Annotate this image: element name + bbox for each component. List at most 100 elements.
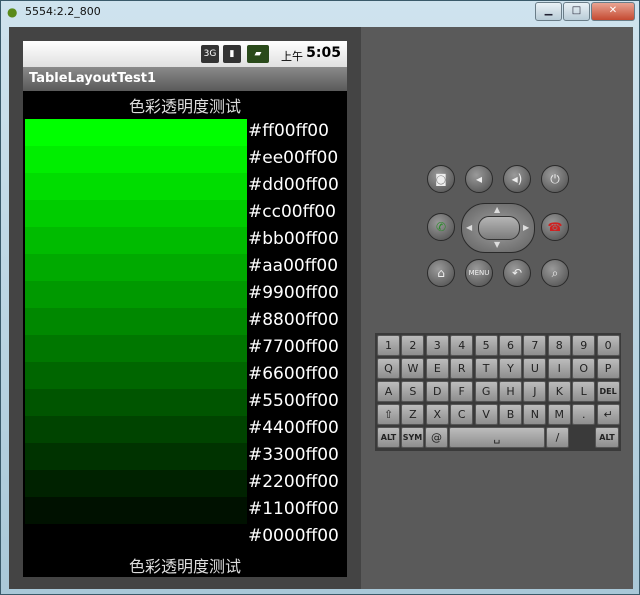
color-swatch [25, 416, 247, 443]
key-3[interactable]: 3 [425, 335, 449, 356]
key-s[interactable]: S [401, 381, 425, 402]
key-q[interactable]: Q [377, 358, 400, 379]
color-code-label: #ff00ff00 [248, 121, 329, 141]
close-button[interactable]: ✕ [591, 2, 635, 21]
key-alt2[interactable]: ALT [595, 427, 619, 448]
key-o[interactable]: O [572, 358, 596, 379]
emulator-client: 3G ▮ ▰ 上午 5:05 TableLayoutTest1 色彩透明度测试 … [9, 27, 633, 589]
status-bar: 3G ▮ ▰ 上午 5:05 [23, 41, 347, 67]
key-i[interactable]: I [547, 358, 571, 379]
dpad-left-icon[interactable]: ◀ [466, 223, 472, 232]
key-r[interactable]: R [450, 358, 474, 379]
volume-up-icon: ◂) [511, 172, 523, 186]
phone-frame: 3G ▮ ▰ 上午 5:05 TableLayoutTest1 色彩透明度测试 … [9, 27, 361, 589]
key-e[interactable]: E [425, 358, 449, 379]
key-at[interactable]: @ [425, 427, 448, 448]
dpad-right-icon[interactable]: ▶ [523, 223, 529, 232]
volume-up-button[interactable]: ◂) [503, 165, 531, 193]
key-h[interactable]: H [499, 381, 522, 402]
minimize-button[interactable]: ▁ [535, 2, 562, 21]
key-[interactable]: . [572, 404, 596, 425]
menu-button[interactable]: MENU [465, 259, 493, 287]
device-screen[interactable]: 3G ▮ ▰ 上午 5:05 TableLayoutTest1 色彩透明度测试 … [23, 41, 347, 577]
key-j[interactable]: J [523, 381, 547, 402]
key-g[interactable]: G [474, 381, 498, 402]
key-[interactable]: ⇧ [377, 404, 400, 425]
key-x[interactable]: X [425, 404, 449, 425]
network-3g-icon: 3G [201, 45, 219, 63]
dpad[interactable]: ▲ ▼ ◀ ▶ [461, 203, 535, 253]
key-y[interactable]: Y [499, 358, 522, 379]
power-icon: ⏻ [550, 172, 560, 186]
key-7[interactable]: 7 [523, 335, 547, 356]
table-row: #cc00ff00 [23, 200, 347, 227]
key-n[interactable]: N [523, 404, 547, 425]
key-v[interactable]: V [474, 404, 498, 425]
title-bar: ● 5554:2.2_800 ▁ □ ✕ [1, 1, 639, 23]
key-9[interactable]: 9 [572, 335, 596, 356]
back-button[interactable]: ↶ [503, 259, 531, 287]
battery-icon: ▰ [247, 45, 269, 63]
key-5[interactable]: 5 [474, 335, 498, 356]
color-code-label: #6600ff00 [248, 364, 339, 384]
key-0[interactable]: 0 [596, 335, 620, 356]
color-code-label: #2200ff00 [248, 472, 339, 492]
key-space[interactable]: ␣ [449, 427, 545, 448]
key-a[interactable]: A [377, 381, 400, 402]
color-swatch [25, 308, 247, 335]
end-call-button[interactable]: ☎ [541, 213, 569, 241]
hardware-keyboard: 1 2 3 4 5 6 7 8 9 0 Q W E R T Y U I O P A S D F G H J K L DEL ⇧ Z X C V B N M… [375, 333, 621, 451]
table-row: #5500ff00 [23, 389, 347, 416]
key-1[interactable]: 1 [377, 335, 400, 356]
color-swatch [25, 524, 247, 551]
key-alt[interactable]: ALT [377, 427, 400, 448]
key-8[interactable]: 8 [547, 335, 571, 356]
maximize-button[interactable]: □ [563, 2, 590, 21]
table-row: #8800ff00 [23, 308, 347, 335]
key-4[interactable]: 4 [450, 335, 474, 356]
key-w[interactable]: W [401, 358, 425, 379]
key-del[interactable]: DEL [596, 381, 620, 402]
key-c[interactable]: C [450, 404, 474, 425]
key-t[interactable]: T [474, 358, 498, 379]
color-swatch [25, 281, 247, 308]
color-code-label: #0000ff00 [248, 526, 339, 546]
key-slash[interactable]: / [546, 427, 569, 448]
table-row: #ee00ff00 [23, 146, 347, 173]
call-button[interactable]: ✆ [427, 213, 455, 241]
volume-down-button[interactable]: ◂ [465, 165, 493, 193]
key-f[interactable]: F [450, 381, 474, 402]
key-sym[interactable]: SYM [401, 427, 424, 448]
table-row: #bb00ff00 [23, 227, 347, 254]
dpad-up-icon[interactable]: ▲ [494, 205, 500, 214]
search-icon: ⌕ [551, 266, 559, 280]
key-l[interactable]: L [572, 381, 596, 402]
color-swatch [25, 443, 247, 470]
signal-icon: ▮ [223, 45, 241, 63]
key-[interactable]: ↵ [596, 404, 620, 425]
key-k[interactable]: K [547, 381, 571, 402]
home-button[interactable]: ⌂ [427, 259, 455, 287]
power-button[interactable]: ⏻ [541, 165, 569, 193]
back-icon: ↶ [511, 266, 523, 280]
key-2[interactable]: 2 [401, 335, 425, 356]
key-b[interactable]: B [499, 404, 522, 425]
android-icon: ● [7, 5, 18, 19]
color-code-label: #dd00ff00 [248, 175, 339, 195]
key-p[interactable]: P [596, 358, 620, 379]
dpad-center-button[interactable] [478, 216, 520, 240]
key-m[interactable]: M [547, 404, 571, 425]
color-swatch [25, 254, 247, 281]
camera-button[interactable]: ◙ [427, 165, 455, 193]
table-row: #1100ff00 [23, 497, 347, 524]
key-6[interactable]: 6 [499, 335, 522, 356]
dpad-down-icon[interactable]: ▼ [494, 240, 500, 249]
search-button[interactable]: ⌕ [541, 259, 569, 287]
key-z[interactable]: Z [401, 404, 425, 425]
color-swatch [25, 146, 247, 173]
emulator-window: ● 5554:2.2_800 ▁ □ ✕ 3G ▮ ▰ 上午 5:05 Tabl… [0, 0, 640, 595]
key-d[interactable]: D [425, 381, 449, 402]
color-swatch [25, 497, 247, 524]
color-code-label: #cc00ff00 [248, 202, 336, 222]
key-u[interactable]: U [523, 358, 547, 379]
